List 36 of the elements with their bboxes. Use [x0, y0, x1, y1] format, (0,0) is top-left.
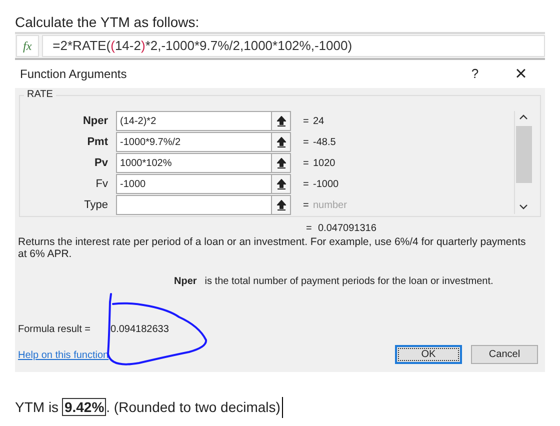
argument-label: Nper [82, 114, 109, 129]
argument-result: 1020 [313, 156, 336, 170]
equals-sign: = [303, 136, 310, 150]
close-button[interactable]: × [511, 64, 531, 84]
formula-result-label: Formula result = [18, 323, 91, 337]
argument-name: Nper [174, 275, 197, 289]
equals-sign: = [303, 156, 310, 170]
dialog-title: Function Arguments [20, 66, 127, 83]
help-button[interactable]: ? [465, 64, 485, 84]
function-result: 0.047091316 [318, 222, 376, 236]
equals-sign: = [303, 114, 310, 128]
help-link[interactable]: Help on this function [18, 348, 109, 363]
formula-result: 0.094182633 [110, 323, 169, 337]
equals-sign: = [303, 198, 310, 212]
argument-label: Pv [94, 156, 109, 171]
conclusion-text: YTM is 9.42%. (Rounded to two decimals) [15, 397, 284, 418]
function-icon[interactable]: fx [16, 35, 39, 57]
argument-result: -48.5 [313, 136, 336, 150]
argument-field[interactable]: -1000*9.7%/2 [116, 132, 291, 152]
argument-field[interactable]: -1000 [116, 174, 291, 194]
ok-button[interactable]: OK [395, 345, 462, 364]
equals-sign: = [306, 222, 313, 236]
argument-field[interactable]: (14-2)*2 [116, 111, 291, 131]
equals-sign: = [303, 178, 310, 192]
argument-label: Pmt [86, 134, 109, 150]
argument-field[interactable]: 1000*102% [116, 153, 291, 173]
formula-field[interactable]: =2*RATE((14-2)*2,-1000*9.7%/2,1000*102%,-1000) [42, 35, 545, 57]
result-hint: number [313, 198, 347, 212]
argument-help-text: is the total number of payment periods for the loan or investment. [204, 275, 494, 289]
argument-label: Type [83, 198, 109, 213]
argument-result: -1000 [313, 178, 339, 192]
intro-text: Calculate the YTM as follows: [15, 13, 200, 31]
cancel-button[interactable]: Cancel [471, 345, 538, 364]
argument-result: 24 [313, 114, 324, 128]
argument-label: Fv [94, 176, 109, 192]
function-description: Returns the interest rate per period of a loan or an investment. For example, use 6%/4 for quarterly payments at 6% APR. [18, 236, 527, 260]
